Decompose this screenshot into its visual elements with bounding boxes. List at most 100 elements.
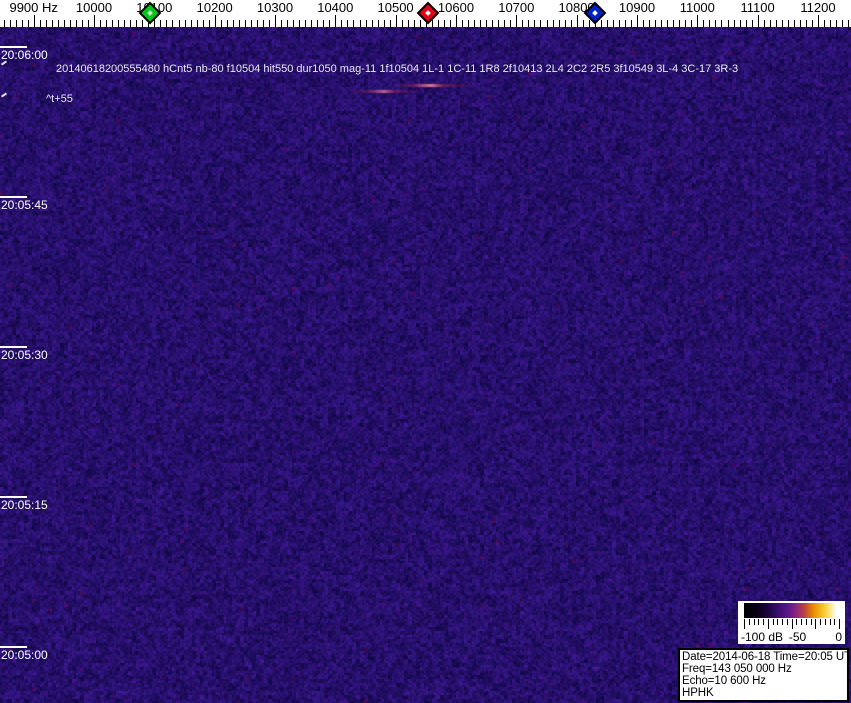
freq-minor-tick [70, 20, 71, 27]
frequency-axis: 9900 Hz100001010010200103001040010500106… [0, 0, 851, 27]
freq-minor-tick [721, 20, 722, 27]
freq-minor-tick [486, 20, 487, 27]
freq-minor-tick [782, 20, 783, 27]
freq-minor-tick [40, 20, 41, 27]
freq-minor-tick [142, 20, 143, 27]
freq-minor-tick [372, 20, 373, 27]
freq-minor-tick [172, 20, 173, 27]
freq-minor-tick [106, 20, 107, 27]
freq-minor-tick [112, 20, 113, 27]
freq-minor-tick [4, 20, 5, 27]
freq-minor-tick [764, 20, 765, 27]
freq-minor-tick [22, 20, 23, 27]
freq-minor-tick [10, 20, 11, 27]
freq-minor-tick [64, 20, 65, 27]
freq-minor-tick [203, 20, 204, 27]
freq-minor-tick [209, 20, 210, 27]
freq-minor-tick [179, 20, 180, 27]
freq-minor-tick [709, 20, 710, 27]
freq-minor-tick [239, 20, 240, 27]
freq-major-tick [818, 15, 819, 27]
freq-minor-tick [16, 20, 17, 27]
freq-minor-tick [788, 20, 789, 27]
freq-minor-tick [251, 20, 252, 27]
freq-major-tick [637, 15, 638, 27]
colorbar-minor-tick [782, 619, 783, 625]
freq-minor-tick [667, 20, 668, 27]
info-echo: Echo=10 600 Hz [682, 675, 845, 687]
freq-minor-tick [661, 20, 662, 27]
freq-minor-tick [752, 20, 753, 27]
freq-minor-tick [366, 20, 367, 27]
colorbar-minor-tick [801, 619, 802, 625]
freq-minor-tick [414, 20, 415, 27]
freq-minor-tick [607, 20, 608, 27]
freq-minor-tick [191, 20, 192, 27]
freq-minor-tick [118, 20, 119, 27]
freq-minor-tick [438, 20, 439, 27]
time-label: 20:05:00 [1, 648, 48, 662]
freq-minor-tick [58, 20, 59, 27]
freq-minor-tick [136, 20, 137, 27]
freq-major-tick [456, 15, 457, 27]
freq-minor-tick [432, 20, 433, 27]
meteor-echo-streak [348, 90, 423, 93]
freq-minor-tick [450, 20, 451, 27]
freq-minor-tick [504, 20, 505, 27]
freq-minor-tick [82, 20, 83, 27]
freq-minor-tick [221, 20, 222, 27]
freq-minor-tick [498, 20, 499, 27]
freq-minor-tick [649, 20, 650, 27]
event-time-note: ^t+55 [46, 93, 73, 105]
freq-major-tick [697, 15, 698, 27]
freq-axis-label: 11200 [800, 0, 835, 15]
freq-axis-label: 11000 [680, 0, 715, 15]
freq-minor-tick [685, 20, 686, 27]
colorbar-mid-label: -50 [789, 630, 806, 644]
colorbar-minor-tick [777, 619, 778, 625]
freq-minor-tick [166, 20, 167, 27]
freq-minor-tick [728, 20, 729, 27]
colorbar-minor-tick [749, 619, 750, 625]
green-marker-dot [147, 10, 153, 16]
detection-annotation: 20140618200555480 hCnt5 nb-80 f10504 hit… [56, 63, 738, 75]
info-date-time: Date=2014-06-18 Time=20:05 UTC [682, 651, 845, 663]
freq-axis-label: 10200 [197, 0, 233, 15]
freq-minor-tick [655, 20, 656, 27]
freq-minor-tick [245, 20, 246, 27]
freq-minor-tick [691, 20, 692, 27]
freq-minor-tick [281, 20, 282, 27]
freq-major-tick [577, 15, 578, 27]
freq-minor-tick [197, 20, 198, 27]
colorbar-minor-tick [820, 619, 821, 625]
freq-minor-tick [673, 20, 674, 27]
freq-minor-tick [341, 20, 342, 27]
colorbar-minor-tick [773, 619, 774, 625]
freq-minor-tick [848, 20, 849, 27]
colorbar-minor-tick [830, 619, 831, 625]
freq-major-tick [516, 15, 517, 27]
freq-minor-tick [492, 20, 493, 27]
freq-minor-tick [601, 20, 602, 27]
freq-minor-tick [390, 20, 391, 27]
freq-minor-tick [420, 20, 421, 27]
freq-minor-tick [583, 20, 584, 27]
freq-minor-tick [293, 20, 294, 27]
freq-major-tick [758, 15, 759, 27]
freq-minor-tick [836, 20, 837, 27]
freq-minor-tick [100, 20, 101, 27]
freq-major-tick [34, 15, 35, 27]
freq-axis-label: 11100 [740, 0, 774, 15]
freq-major-tick [335, 15, 336, 27]
colorbar-labels: -100 dB -50 0 [741, 630, 842, 643]
event-tick-mark [1, 92, 7, 97]
freq-minor-tick [794, 20, 795, 27]
colorbar-major-tick [815, 619, 816, 629]
freq-minor-tick [360, 20, 361, 27]
freq-minor-tick [323, 20, 324, 27]
red-marker-dot [425, 10, 431, 16]
freq-minor-tick [806, 20, 807, 27]
freq-minor-tick [770, 20, 771, 27]
freq-axis-label: 10600 [438, 0, 474, 15]
info-station: HPHK [682, 687, 845, 699]
